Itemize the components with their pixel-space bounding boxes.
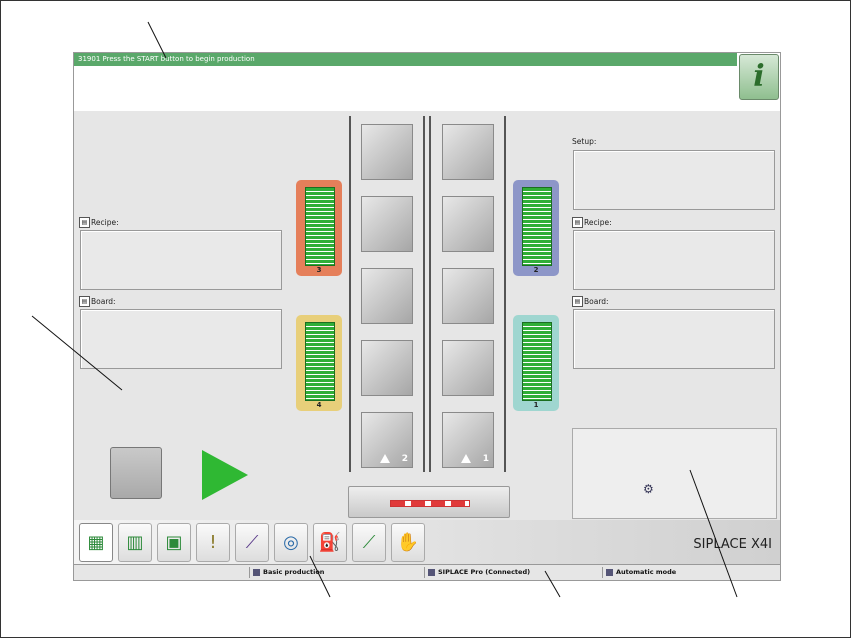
callout-line bbox=[689, 469, 738, 598]
callout-line bbox=[309, 555, 331, 598]
callout-line bbox=[544, 570, 561, 598]
callout-lines bbox=[31, 21, 738, 598]
callout-line bbox=[147, 21, 167, 59]
callout-line bbox=[31, 315, 123, 391]
